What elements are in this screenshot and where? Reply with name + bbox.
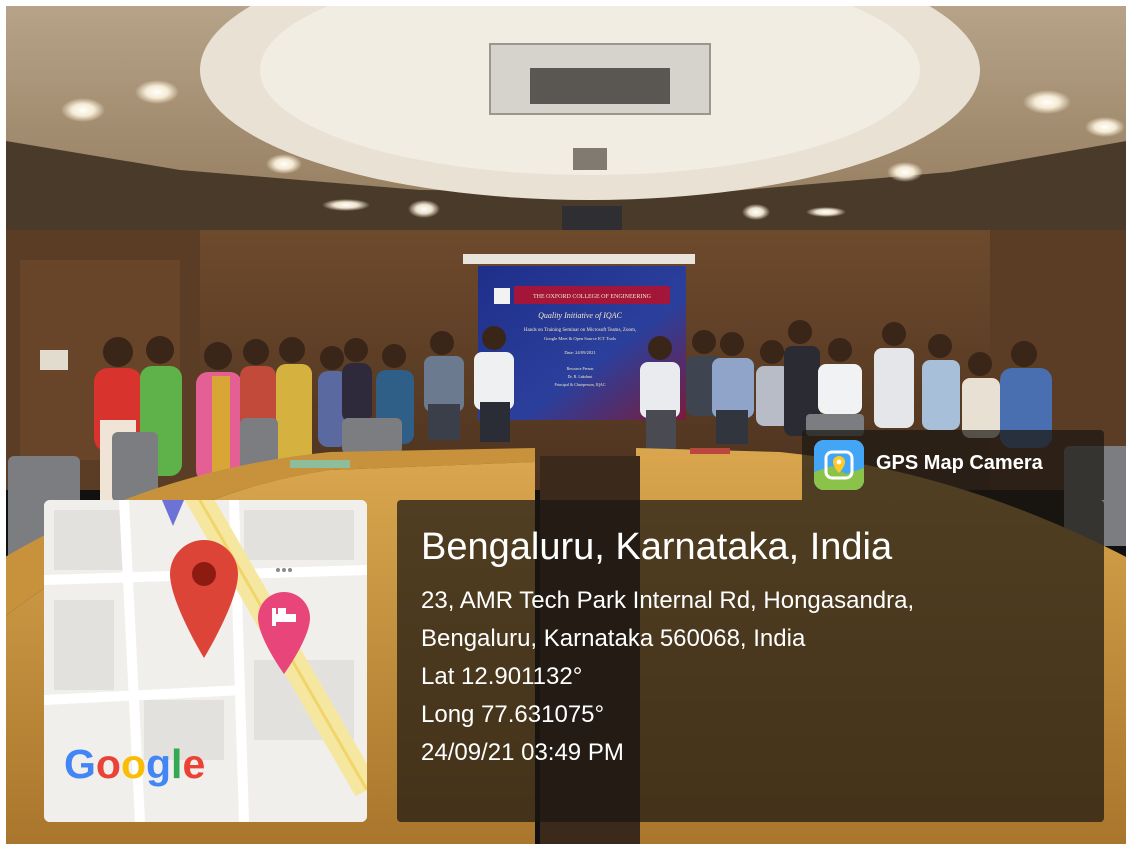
slide-resource-label: Resource Person	[567, 366, 594, 371]
google-logo-letter: l	[171, 741, 183, 787]
latitude-readout: Lat 12.901132°	[421, 663, 583, 690]
slide-college-name: THE OXFORD COLLEGE OF ENGINEERING	[533, 294, 652, 300]
google-logo: Google	[64, 744, 205, 785]
gps-map-camera-icon	[814, 440, 864, 490]
google-logo-letter: o	[95, 741, 121, 787]
projector	[562, 206, 622, 232]
longitude-readout: Long 77.631075°	[421, 701, 605, 728]
gps-map-camera-badge: GPS Map Camera	[802, 430, 1104, 500]
location-info-panel: Bengaluru, Karnataka, India 23, AMR Tech…	[397, 500, 1104, 822]
slide-resource-name: Dr. R. Lakshmi	[568, 374, 594, 379]
slide-date: Date: 24/09/2021	[564, 350, 595, 355]
slide-logo	[494, 288, 510, 304]
google-logo-letter: o	[120, 741, 146, 787]
google-logo-letter: g	[146, 741, 172, 787]
wall-switch	[40, 350, 68, 370]
address-line-1: 23, AMR Tech Park Internal Rd, Hongasand…	[421, 587, 915, 614]
location-title: Bengaluru, Karnataka, India	[421, 526, 893, 568]
slide-subheading: Hands on Training Seminar on Microsoft T…	[524, 328, 636, 333]
slide-tools: Google Meet & Open Source ICT Tools	[544, 336, 616, 341]
more-dots-icon	[276, 568, 292, 572]
slide-heading: Quality Initiative of IQAC	[538, 311, 622, 320]
google-logo-letter: e	[182, 741, 206, 787]
timestamp: 24/09/21 03:49 PM	[421, 739, 624, 766]
google-logo-letter: G	[64, 741, 96, 787]
map-thumbnail[interactable]: Google	[44, 500, 367, 822]
address-line-2: Bengaluru, Karnataka 560068, India	[421, 625, 806, 652]
ceiling-sensor	[573, 148, 607, 170]
gps-map-camera-label: GPS Map Camera	[876, 452, 1043, 474]
notebook	[290, 460, 350, 468]
